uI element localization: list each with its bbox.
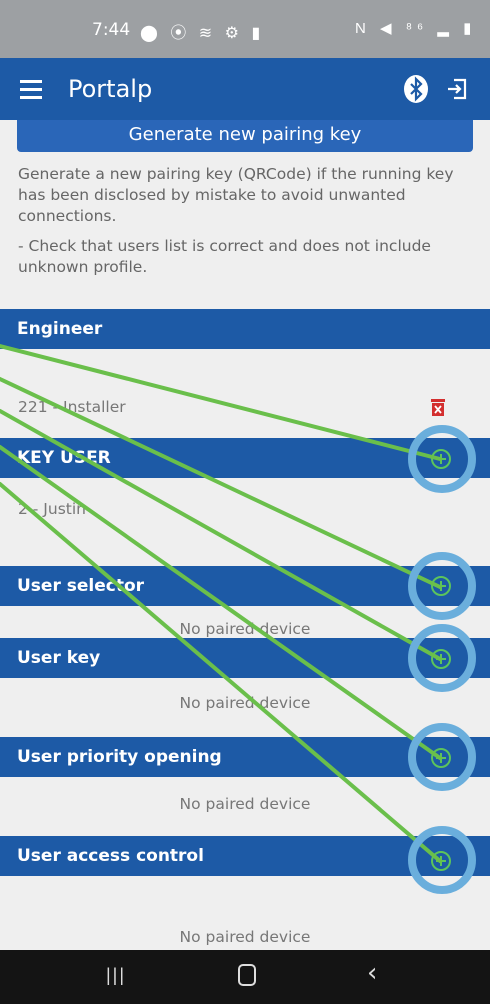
list-item-engineer[interactable]: 221 - Installer bbox=[18, 398, 126, 416]
empty-text-user-priority-opening: No paired device bbox=[179, 795, 311, 813]
section-header-engineer: Engineer bbox=[0, 309, 490, 349]
status-icons-right: N ◀ ⁸⁶ ▂ ▮ bbox=[355, 20, 477, 37]
annotation-ring bbox=[408, 552, 476, 620]
status-time: 7:44 bbox=[92, 20, 131, 40]
annotation-ring bbox=[408, 723, 476, 791]
empty-text-user-access-control: No paired device bbox=[179, 928, 311, 946]
trash-icon[interactable] bbox=[430, 397, 446, 417]
recents-button[interactable]: ||| bbox=[106, 965, 126, 986]
generate-pairing-key-button[interactable]: Generate new pairing key bbox=[17, 120, 473, 152]
list-item-key-user[interactable]: 2 - Justin bbox=[18, 500, 86, 518]
app-title: Portalp bbox=[68, 75, 153, 103]
app-bar: Portalp bbox=[0, 58, 490, 120]
back-button[interactable]: ‹ bbox=[367, 958, 377, 988]
info-paragraph-1: Generate a new pairing key (QRCode) if t… bbox=[18, 165, 454, 225]
annotation-ring bbox=[408, 624, 476, 692]
home-button[interactable] bbox=[238, 964, 256, 986]
system-nav-bar: ||| ‹ bbox=[0, 950, 490, 1004]
menu-icon[interactable] bbox=[20, 80, 42, 99]
annotation-ring bbox=[408, 425, 476, 493]
status-icons-left: ⬤ ⦿ ≋ ⚙ ▮ bbox=[140, 25, 265, 42]
empty-text-user-key: No paired device bbox=[179, 694, 311, 712]
info-paragraph-2: - Check that users list is correct and d… bbox=[18, 237, 431, 276]
logout-icon[interactable] bbox=[445, 77, 469, 101]
annotation-ring bbox=[408, 826, 476, 894]
bluetooth-icon[interactable] bbox=[403, 74, 429, 104]
status-bar: 7:44 ⬤ ⦿ ≋ ⚙ ▮ N ◀ ⁸⁶ ▂ ▮ bbox=[0, 0, 490, 58]
